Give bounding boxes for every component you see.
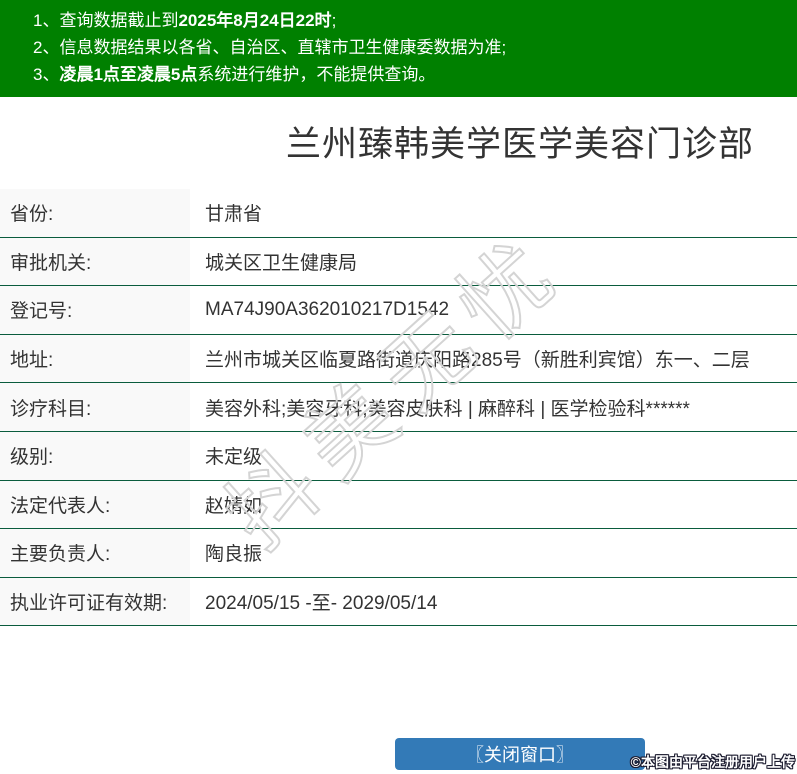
row-value: 陶良振	[205, 544, 263, 566]
row-label: 执业许可证有效期:	[0, 577, 190, 626]
row-label: 登记号:	[0, 286, 190, 334]
table-row-address: 地址: 兰州市城关区临夏路街道庆阳路285号（新胜利宾馆）东一、二层	[0, 334, 797, 384]
row-label: 诊疗科目:	[0, 383, 190, 431]
notice-text-bold: 凌晨1点至凌晨5点	[59, 65, 198, 84]
row-value: 未定级	[205, 447, 263, 469]
row-label: 法定代表人:	[0, 480, 190, 529]
table-row-medical-subjects: 诊疗科目: 美容外科;美容牙科;美容皮肤科 | 麻醉科 | 医学检验科*****…	[0, 383, 797, 432]
row-label: 省份:	[0, 189, 190, 237]
institution-info-table: 省份: 甘肃省 审批机关: 城关区卫生健康局 登记号: MA74J90A3620…	[0, 189, 797, 627]
notice-number: 2、	[33, 38, 60, 57]
uploader-copyright-stamp: ©本图由平台注册用户上传	[630, 754, 795, 770]
table-row-level: 级别: 未定级	[0, 431, 797, 481]
row-label: 主要负责人:	[0, 529, 190, 577]
row-value: MA74J90A362010217D1542	[205, 298, 450, 320]
table-row-registration-number: 登记号: MA74J90A362010217D1542	[0, 286, 797, 335]
notice-text: ;	[331, 11, 337, 30]
notice-banner: 1、查询数据截止到2025年8月24日22时; 2、信息数据结果以各省、自治区、…	[0, 0, 797, 97]
table-row-legal-representative: 法定代表人: 赵婧如	[0, 480, 797, 530]
notice-number: 1、	[33, 11, 60, 30]
row-value: 兰州市城关区临夏路街道庆阳路285号（新胜利宾馆）东一、二层	[205, 350, 750, 372]
row-label: 地址:	[0, 334, 190, 383]
row-value: 美容外科;美容牙科;美容皮肤科 | 麻醉科 | 医学检验科******	[205, 398, 690, 420]
table-row-province: 省份: 甘肃省	[0, 189, 797, 238]
table-row-approval-authority: 审批机关: 城关区卫生健康局	[0, 237, 797, 287]
row-value: 赵婧如	[205, 495, 263, 517]
notice-line-3: 3、凌晨1点至凌晨5点系统进行维护，不能提供查询。	[33, 61, 797, 88]
row-value: 城关区卫生健康局	[205, 252, 358, 274]
row-label: 审批机关:	[0, 237, 190, 286]
row-value: 甘肃省	[205, 204, 263, 226]
row-value: 2024/05/15 -至- 2029/05/14	[205, 593, 438, 615]
close-window-button[interactable]: 〖关闭窗口〗	[395, 738, 645, 771]
notice-text: 信息数据结果以各省、自治区、直辖市卫生健康委数据为准;	[59, 38, 507, 57]
notice-line-2: 2、信息数据结果以各省、自治区、直辖市卫生健康委数据为准;	[33, 34, 797, 61]
notice-line-1: 1、查询数据截止到2025年8月24日22时;	[33, 7, 797, 34]
page-title: 兰州臻韩美学医学美容门诊部	[285, 125, 754, 164]
row-label: 级别:	[0, 431, 190, 480]
table-row-license-validity: 执业许可证有效期: 2024/05/15 -至- 2029/05/14	[0, 577, 797, 627]
notice-number: 3、	[33, 65, 60, 84]
table-row-person-in-charge: 主要负责人: 陶良振	[0, 529, 797, 578]
page: 1、查询数据截止到2025年8月24日22时; 2、信息数据结果以各省、自治区、…	[0, 0, 797, 771]
notice-text: 查询数据截止到	[59, 11, 179, 30]
notice-text-bold: 2025年8月24日22时	[178, 11, 332, 30]
notice-text: 系统进行维护，不能提供查询。	[197, 65, 436, 84]
